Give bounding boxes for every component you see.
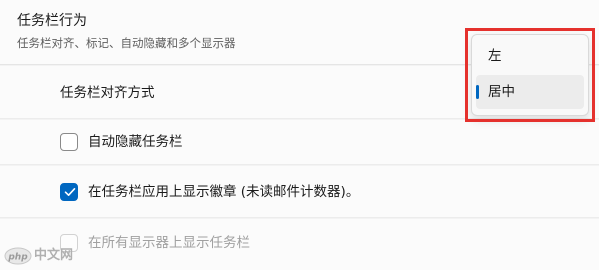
badges-label: 在任务栏应用上显示徽章 (未读邮件计数器)。 (88, 184, 360, 200)
php-logo-icon: php (4, 247, 32, 265)
autohide-label: 自动隐藏任务栏 (88, 134, 183, 150)
selected-indicator (476, 85, 479, 99)
watermark-text: 中文网 (34, 248, 74, 263)
badges-row[interactable]: 在任务栏应用上显示徽章 (未读邮件计数器)。 (0, 166, 599, 218)
section-subtitle: 任务栏对齐、标记、自动隐藏和多个显示器 (17, 36, 236, 50)
dropdown-option-center[interactable]: 居中 (476, 75, 584, 109)
svg-text:php: php (7, 253, 28, 263)
alignment-label: 任务栏对齐方式 (60, 85, 155, 101)
multi-display-label: 在所有显示器上显示任务栏 (88, 235, 250, 251)
alignment-dropdown-menu[interactable]: 左 居中 (471, 34, 589, 116)
option-left-label: 左 (488, 48, 502, 64)
autohide-checkbox[interactable] (60, 133, 78, 151)
checkmark-icon (64, 188, 76, 196)
option-center-label: 居中 (488, 84, 515, 100)
badges-checkbox[interactable] (60, 183, 78, 201)
autohide-row[interactable]: 自动隐藏任务栏 (0, 120, 599, 165)
section-title: 任务栏行为 (17, 13, 87, 29)
dropdown-option-left[interactable]: 左 (476, 39, 584, 73)
multi-display-row: 在所有显示器上显示任务栏 (0, 219, 599, 270)
